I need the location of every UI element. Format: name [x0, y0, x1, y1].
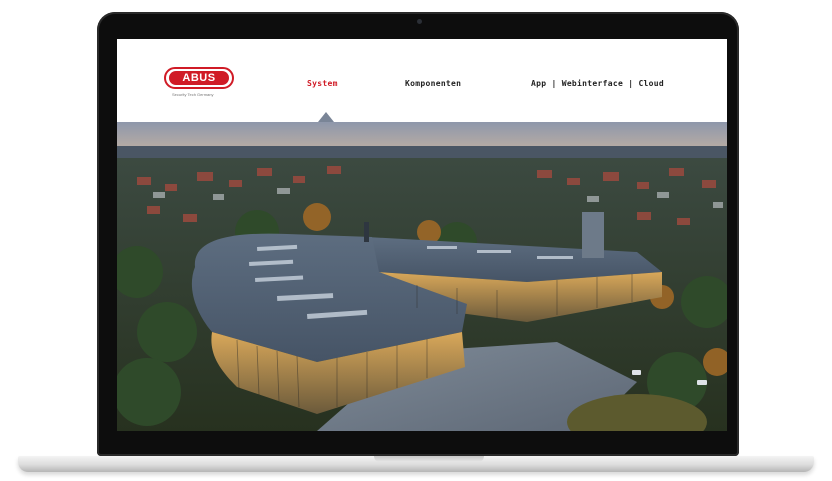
laptop-lid: ABUS Security Tech Germany System Kompon… [97, 12, 739, 456]
hero-illustration [117, 122, 727, 431]
laptop-base [18, 456, 814, 472]
laptop-screen: ABUS Security Tech Germany System Kompon… [117, 39, 727, 431]
active-nav-indicator-icon [318, 112, 334, 122]
logo-tagline: Security Tech Germany [172, 92, 214, 97]
nav-item-app-webinterface-cloud[interactable]: App | Webinterface | Cloud [531, 79, 664, 88]
logo-badge: ABUS [164, 67, 234, 89]
site-header: ABUS Security Tech Germany System Kompon… [117, 39, 727, 122]
trackpad-notch [374, 456, 484, 462]
logo-text: ABUS [169, 71, 229, 85]
abus-logo[interactable]: ABUS Security Tech Germany [164, 67, 234, 101]
nav-item-system[interactable]: System [307, 79, 338, 88]
hero-image [117, 122, 727, 431]
nav-item-komponenten[interactable]: Komponenten [405, 79, 461, 88]
camera-icon [417, 19, 422, 24]
